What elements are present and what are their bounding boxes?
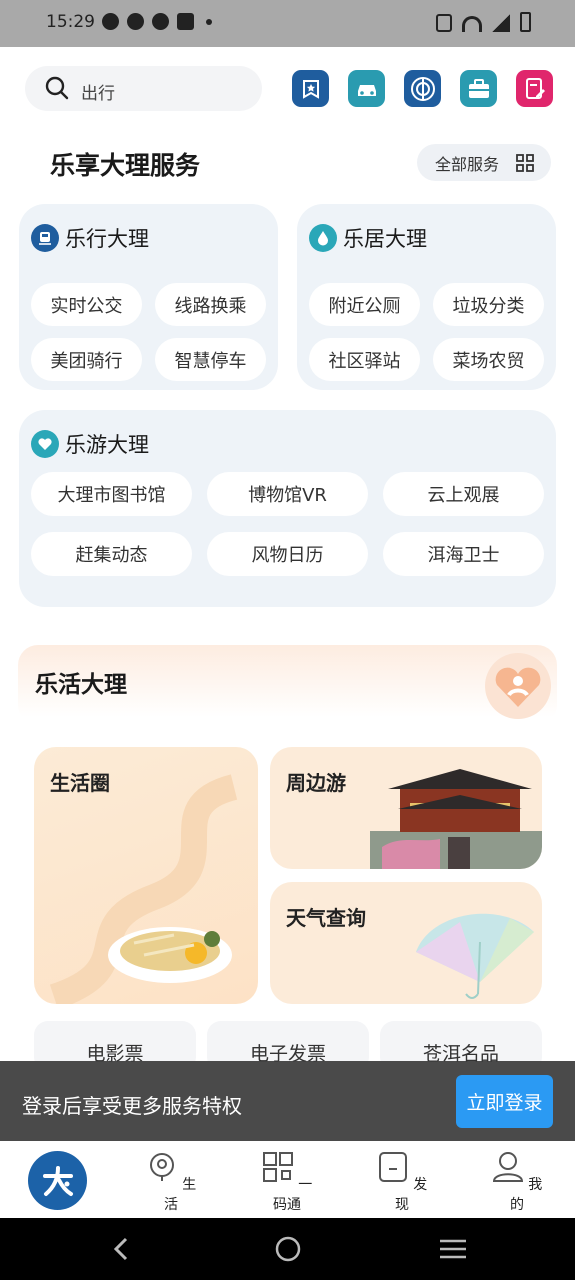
all-services-label: 全部服务 [435, 154, 500, 174]
heart-icon [31, 430, 59, 458]
search-icon [45, 76, 69, 100]
tab-discover[interactable]: 发现 [372, 1151, 432, 1214]
leju-card: 乐居大理 附近公厕 垃圾分类 社区驿站 菜场农贸 [297, 204, 556, 390]
lehuo-title: 乐活大理 [35, 672, 127, 698]
service-farmers-market[interactable]: 菜场农贸 [433, 338, 544, 381]
metro-icon[interactable] [404, 70, 441, 107]
quick-icons [292, 70, 553, 107]
home-icon[interactable] [275, 1236, 301, 1262]
briefcase-icon[interactable] [460, 70, 497, 107]
back-icon[interactable] [110, 1237, 134, 1261]
service-local-calendar[interactable]: 风物日历 [207, 532, 368, 576]
nearby-tour-tile[interactable]: 周边游 [270, 747, 542, 869]
mail-icon [177, 13, 194, 30]
service-meituan-bike[interactable]: 美团骑行 [31, 338, 142, 381]
noodle-dish-image [49, 774, 238, 1004]
system-icons [436, 12, 531, 32]
search-placeholder: 出行 [81, 84, 115, 104]
status-bar: 15:29 [0, 0, 575, 47]
location-pin-icon [149, 1153, 174, 1181]
leju-header: 乐居大理 [309, 223, 427, 253]
app-logo-icon [42, 1165, 73, 1196]
search-input[interactable]: 出行 [25, 66, 262, 111]
edit-document-icon[interactable] [516, 70, 553, 107]
tab-qrcode[interactable]: 一码通 [257, 1151, 317, 1214]
lehuo-section: 乐活大理 [18, 645, 557, 725]
service-community-station[interactable]: 社区驿站 [309, 338, 420, 381]
car-icon[interactable] [348, 70, 385, 107]
message-icon [102, 13, 119, 30]
umbrella-image [416, 913, 534, 999]
wifi-icon [462, 16, 482, 32]
compass-icon [152, 13, 169, 30]
service-public-toilet[interactable]: 附近公厕 [309, 283, 420, 326]
services-title: 乐享大理服务 [50, 151, 201, 180]
leyou-card: 乐游大理 大理市图书馆 博物馆VR 云上观展 赶集动态 风物日历 洱海卫士 [19, 410, 556, 607]
service-cloud-exhibition[interactable]: 云上观展 [383, 472, 544, 516]
status-time: 15:29 [46, 12, 95, 32]
tab-life[interactable]: 生活 [141, 1151, 201, 1214]
vibrate-icon [436, 14, 452, 32]
system-nav-bar [0, 1218, 575, 1280]
bookmark-star-icon[interactable] [292, 70, 329, 107]
signal-icon [492, 14, 510, 32]
more-dot-icon [206, 18, 212, 25]
battery-icon [520, 12, 531, 32]
grid-icon [516, 154, 534, 172]
login-banner: 登录后享受更多服务特权 立即登录 [0, 1061, 575, 1141]
lexing-header: 乐行大理 [31, 223, 149, 253]
leyou-header: 乐游大理 [31, 429, 149, 459]
recents-menu-icon[interactable] [440, 1239, 466, 1259]
login-message: 登录后享受更多服务特权 [22, 1094, 242, 1118]
weather-tile[interactable]: 天气查询 [270, 882, 542, 1004]
droplet-icon [309, 224, 337, 252]
service-garbage-sorting[interactable]: 垃圾分类 [433, 283, 544, 326]
bus-icon [31, 224, 59, 252]
lexing-title: 乐行大理 [65, 227, 149, 251]
bottom-tab-bar: 生活 一码通 发现 我的 [0, 1141, 575, 1218]
service-dali-library[interactable]: 大理市图书馆 [31, 472, 192, 516]
lexing-card: 乐行大理 实时公交 线路换乘 美团骑行 智慧停车 [19, 204, 278, 390]
leju-title: 乐居大理 [343, 227, 427, 251]
notification-icons [102, 13, 212, 30]
qr-code-icon [262, 1152, 293, 1182]
service-smart-parking[interactable]: 智慧停车 [155, 338, 266, 381]
service-market-news[interactable]: 赶集动态 [31, 532, 192, 576]
life-circle-tile[interactable]: 生活圈 [34, 747, 258, 1004]
tab-mine[interactable]: 我的 [487, 1151, 547, 1214]
discover-card-icon [378, 1152, 407, 1182]
ancient-gate-image [370, 769, 542, 869]
service-route-transfer[interactable]: 线路换乘 [155, 283, 266, 326]
service-erhai-guardian[interactable]: 洱海卫士 [383, 532, 544, 576]
home-logo-button[interactable] [28, 1151, 87, 1210]
heart-person-icon [485, 653, 551, 719]
login-button[interactable]: 立即登录 [456, 1075, 553, 1128]
service-museum-vr[interactable]: 博物馆VR [207, 472, 368, 516]
settings-icon [127, 13, 144, 30]
leyou-title: 乐游大理 [65, 433, 149, 457]
all-services-button[interactable]: 全部服务 [417, 144, 551, 181]
user-icon [492, 1152, 523, 1182]
service-realtime-bus[interactable]: 实时公交 [31, 283, 142, 326]
